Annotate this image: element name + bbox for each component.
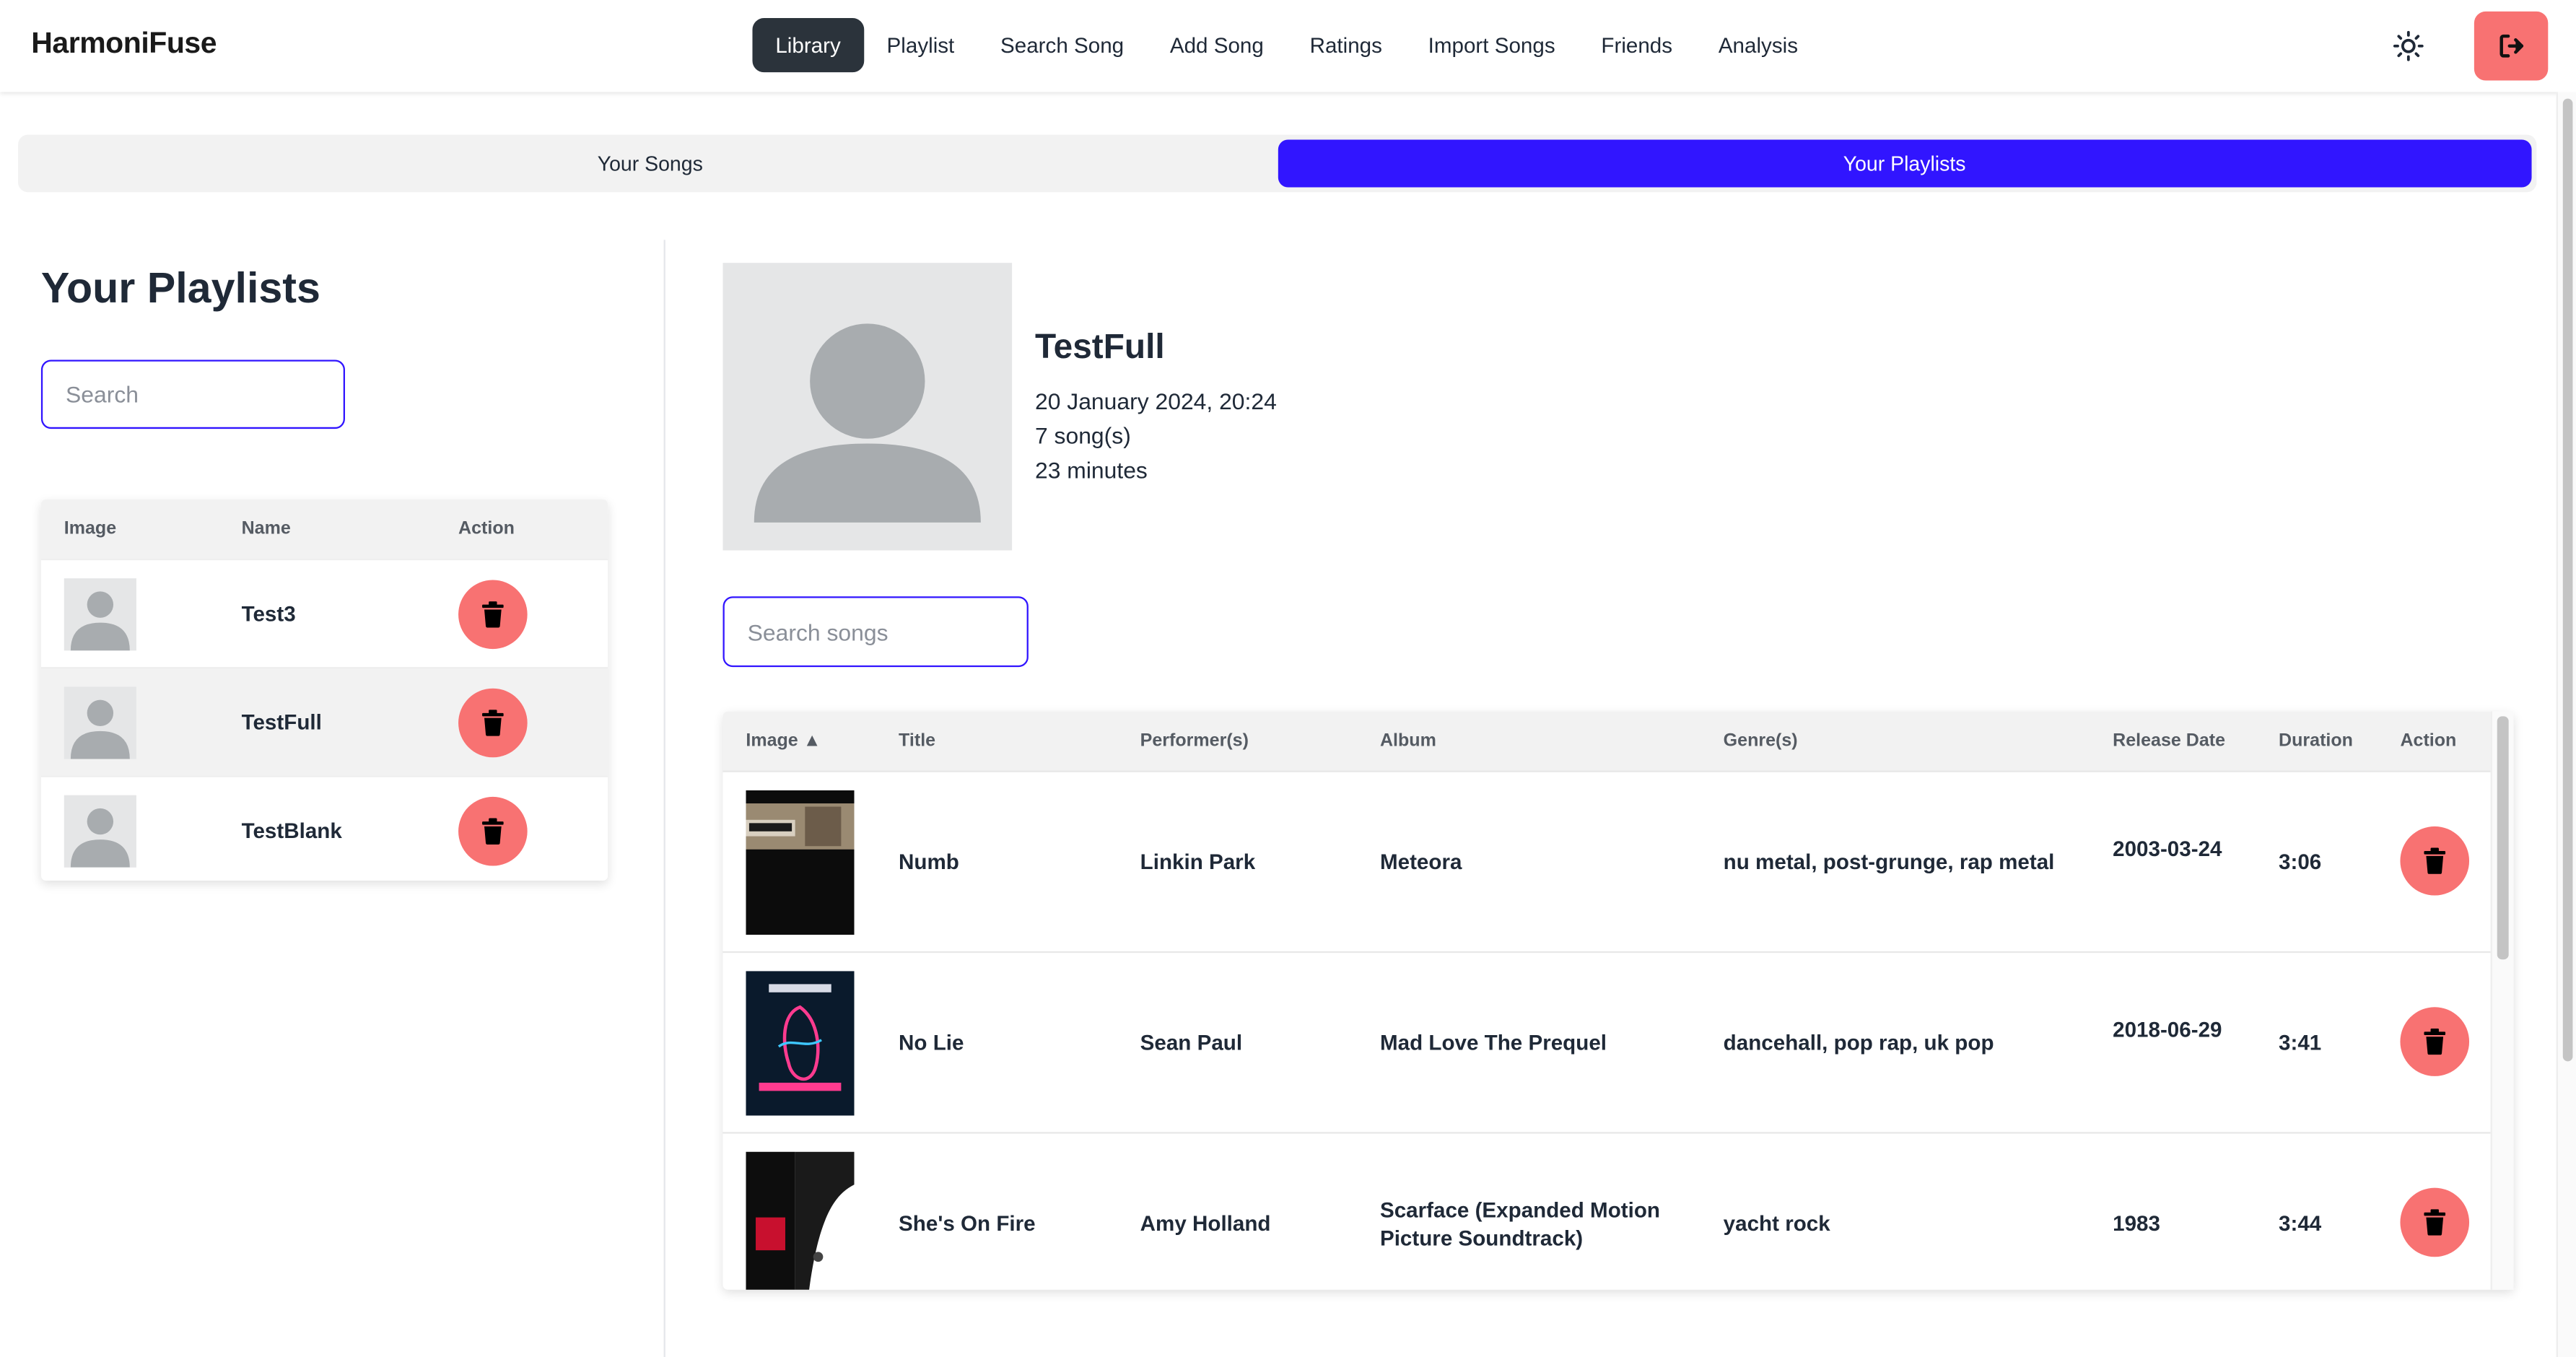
column-header-genres[interactable]: Genre(s) xyxy=(1724,731,1798,751)
songs-table-header: Image ▲ Title Performer(s) Album Genre(s… xyxy=(722,711,2514,771)
playlists-title: Your Playlists xyxy=(40,263,320,313)
table-row[interactable]: Numb Linkin Park Meteora nu metal, post-… xyxy=(722,770,2514,951)
column-header-action: Action xyxy=(458,519,515,539)
sun-icon xyxy=(2393,30,2424,61)
page-scrollbar[interactable] xyxy=(2556,92,2576,1357)
song-title: She's On Fire xyxy=(899,1210,1036,1236)
song-release-date: 2003-03-24 xyxy=(2113,836,2222,861)
playlist-row[interactable]: TestBlank xyxy=(40,775,608,881)
remove-song-button[interactable] xyxy=(2400,826,2470,896)
column-header-action: Action xyxy=(2400,730,2457,751)
brand-logo[interactable]: HarmoniFuse xyxy=(31,26,217,61)
playlist-title: TestFull xyxy=(1034,328,1165,367)
nav-import-songs[interactable]: Import Songs xyxy=(1405,18,1579,72)
playlist-thumbnail-icon xyxy=(64,578,136,651)
column-header-duration[interactable]: Duration xyxy=(2279,731,2353,751)
navbar: HarmoniFuse Library Playlist Search Song… xyxy=(0,0,2576,92)
remove-song-button[interactable] xyxy=(2400,1007,2470,1076)
column-header-image-sort[interactable]: Image ▲ xyxy=(746,731,821,751)
song-genres: nu metal, post-grunge, rap metal xyxy=(1723,849,2055,874)
tab-your-songs[interactable]: Your Songs xyxy=(23,139,1278,187)
playlist-song-count: 7 song(s) xyxy=(1034,422,1131,449)
song-album: Scarface (Expanded Motion Picture Soundt… xyxy=(1379,1197,1661,1251)
column-header-name: Name xyxy=(241,519,291,539)
playlist-duration: 23 minutes xyxy=(1034,456,1148,484)
song-performer: Sean Paul xyxy=(1140,1030,1243,1055)
remove-song-button[interactable] xyxy=(2400,1187,2470,1257)
playlist-name: TestBlank xyxy=(241,818,342,843)
playlist-search-input[interactable] xyxy=(40,359,345,429)
playlist-row[interactable]: Test3 xyxy=(40,558,608,667)
nav-search-song[interactable]: Search Song xyxy=(977,18,1147,72)
column-header-image: Image xyxy=(64,519,117,539)
column-header-title[interactable]: Title xyxy=(899,731,935,751)
column-header-album[interactable]: Album xyxy=(1380,731,1436,751)
playlist-thumbnail-icon xyxy=(64,795,136,868)
nav-friends[interactable]: Friends xyxy=(1579,18,1695,72)
trash-icon xyxy=(482,818,504,845)
library-tabs: Your Songs Your Playlists xyxy=(18,134,2537,193)
logout-icon xyxy=(2499,34,2523,58)
nav-library[interactable]: Library xyxy=(752,18,864,73)
panel-divider xyxy=(663,240,665,1357)
playlist-cover-icon xyxy=(722,263,1013,551)
nav-playlist[interactable]: Playlist xyxy=(864,18,977,72)
songs-table: Image ▲ Title Performer(s) Album Genre(s… xyxy=(722,711,2514,1290)
song-release-date: 1983 xyxy=(2113,1210,2160,1236)
song-album: Mad Love The Prequel xyxy=(1379,1030,1607,1055)
album-art-mad-love xyxy=(746,971,855,1116)
trash-icon xyxy=(2424,847,2446,874)
playlist-name: Test3 xyxy=(241,601,296,627)
song-title: Numb xyxy=(899,849,959,874)
trash-icon xyxy=(482,601,504,628)
trash-icon xyxy=(482,710,504,736)
song-search-input[interactable] xyxy=(722,596,1029,668)
playlist-row[interactable]: TestFull xyxy=(40,667,608,776)
album-art-meteora xyxy=(746,790,855,935)
song-duration: 3:44 xyxy=(2279,1210,2322,1236)
table-row[interactable]: No Lie Sean Paul Mad Love The Prequel da… xyxy=(722,951,2514,1132)
tab-your-playlists[interactable]: Your Playlists xyxy=(1277,139,2532,188)
album-art-scarface xyxy=(746,1151,855,1290)
logout-button[interactable] xyxy=(2474,11,2549,81)
song-duration: 3:06 xyxy=(2279,849,2322,874)
playlists-table: Image Name Action Test3 TestFull TestBla… xyxy=(40,499,608,881)
playlist-name: TestFull xyxy=(241,710,322,735)
song-genres: dancehall, pop rap, uk pop xyxy=(1723,1030,1994,1055)
song-performer: Linkin Park xyxy=(1140,849,1256,874)
song-release-date: 2018-06-29 xyxy=(2113,1016,2222,1042)
songs-table-scrollbar[interactable] xyxy=(2490,711,2514,1290)
song-performer: Amy Holland xyxy=(1140,1210,1271,1236)
trash-icon xyxy=(2424,1028,2446,1055)
trash-icon xyxy=(2424,1209,2446,1236)
theme-toggle-button[interactable] xyxy=(2385,23,2432,69)
playlists-table-header: Image Name Action xyxy=(40,499,608,559)
songs-table-scrollbar-thumb[interactable] xyxy=(2497,716,2509,960)
nav-add-song[interactable]: Add Song xyxy=(1147,18,1287,72)
page-scrollbar-thumb[interactable] xyxy=(2562,98,2573,1062)
song-title: No Lie xyxy=(899,1030,964,1055)
song-genres: yacht rock xyxy=(1723,1210,1830,1236)
table-row[interactable]: She's On Fire Amy Holland Scarface (Expa… xyxy=(722,1132,2514,1290)
delete-playlist-button[interactable] xyxy=(458,580,528,650)
nav-links: Library Playlist Search Song Add Song Ra… xyxy=(752,18,1821,73)
nav-ratings[interactable]: Ratings xyxy=(1287,18,1405,72)
playlist-thumbnail-icon xyxy=(64,686,136,759)
nav-analysis[interactable]: Analysis xyxy=(1695,18,1821,72)
column-header-release-date[interactable]: Release Date xyxy=(2113,731,2225,751)
delete-playlist-button[interactable] xyxy=(458,796,528,866)
column-header-performers[interactable]: Performer(s) xyxy=(1140,731,1249,751)
song-duration: 3:41 xyxy=(2279,1030,2322,1055)
song-album: Meteora xyxy=(1379,849,1462,874)
playlist-created-date: 20 January 2024, 20:24 xyxy=(1034,388,1277,414)
delete-playlist-button[interactable] xyxy=(458,688,528,758)
